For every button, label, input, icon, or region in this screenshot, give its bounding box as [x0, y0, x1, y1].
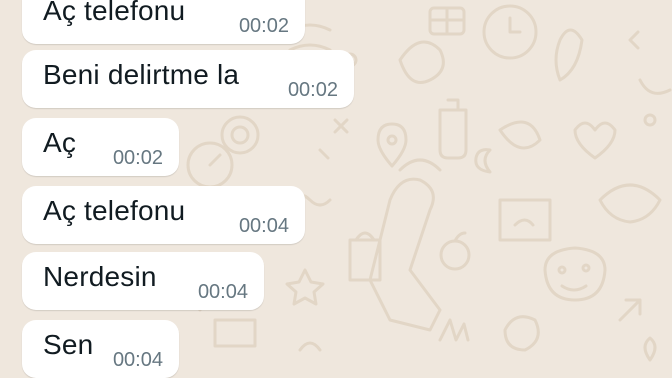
star-doodle-icon: [285, 268, 325, 306]
message-bubble-2[interactable]: Beni delirtme la 00:02: [22, 50, 354, 108]
message-timestamp: 00:04: [238, 215, 289, 237]
message-text: Nerdesin: [43, 261, 157, 292]
bottle-doodle-icon: [438, 108, 468, 160]
sun-doodle-icon: [503, 315, 540, 352]
line-doodle-icon: [638, 78, 672, 95]
hand-doodle-icon: [398, 40, 445, 84]
grass-doodle-icon: [438, 318, 470, 342]
message-bubble-6[interactable]: Sen 00:04: [22, 320, 179, 378]
message-text: Aç telefonu: [43, 0, 186, 26]
message-bubble-1[interactable]: Aç telefonu 00:02: [22, 0, 305, 44]
message-timestamp: 00:02: [238, 15, 289, 37]
moon-doodle-icon: [474, 148, 492, 174]
message-bubble-5[interactable]: Nerdesin 00:04: [22, 252, 264, 310]
cross-doodle-icon: [333, 118, 349, 134]
message-text: Beni delirtme la: [43, 59, 240, 90]
card-doodle-icon: [213, 318, 257, 348]
message-bubble-4[interactable]: Aç telefonu 00:04: [22, 186, 305, 244]
dot-doodle-icon: [643, 113, 657, 127]
sparkle-doodle-icon: [628, 30, 640, 50]
apple-doodle-icon: [439, 239, 471, 271]
leaf-doodle-icon: [498, 120, 542, 150]
message-timestamp: 00:02: [112, 147, 163, 169]
bird-doodle-icon: [598, 183, 662, 224]
message-timestamp: 00:02: [287, 79, 338, 101]
heart-doodle-icon: [573, 121, 617, 160]
message-text: Aç: [43, 127, 77, 158]
flower-doodle-icon: [643, 336, 657, 362]
arrow-doodle-icon: [618, 298, 642, 322]
message-bubble-3[interactable]: Aç 00:02: [22, 118, 179, 176]
corn-doodle-icon: [554, 28, 584, 82]
message-timestamp: 00:04: [197, 281, 248, 303]
cup-doodle-icon: [543, 246, 607, 302]
camera-doodle-icon: [220, 115, 260, 155]
message-text: Sen: [43, 329, 94, 360]
message-timestamp: 00:04: [112, 349, 163, 371]
message-text: Aç telefonu: [43, 195, 186, 226]
